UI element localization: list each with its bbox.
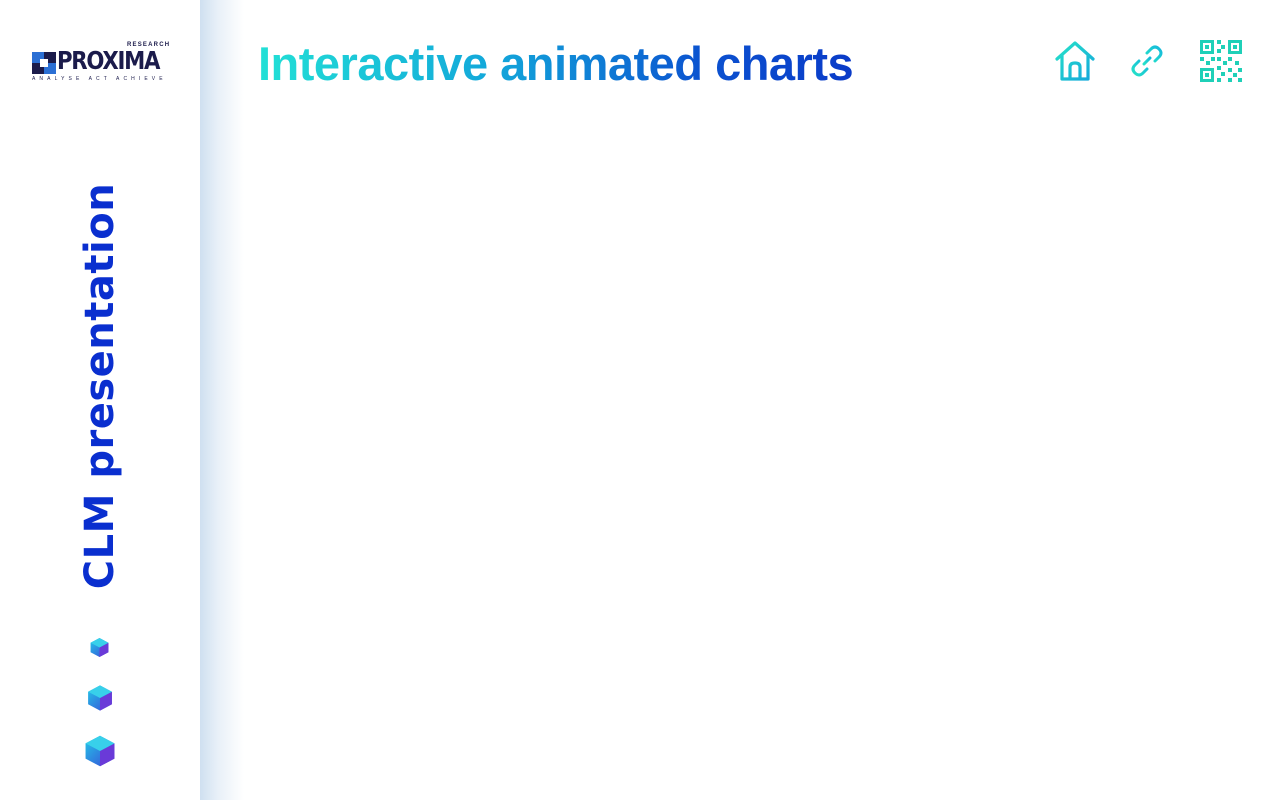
link-button[interactable]	[1124, 38, 1170, 84]
sidebar: RESEARCH PROXIMA ANALYSE ACT ACHIEVE CLM…	[0, 0, 200, 800]
home-icon	[1055, 41, 1095, 81]
page-title: Interactive animated charts	[258, 37, 854, 90]
qr-code-icon	[1200, 40, 1242, 82]
logo-mark-icon	[32, 52, 56, 74]
header-toolbar	[1052, 38, 1244, 84]
logo-tagline: ANALYSE ACT ACHIEVE	[32, 76, 167, 82]
proxima-logo[interactable]: RESEARCH PROXIMA ANALYSE ACT ACHIEVE	[32, 42, 170, 84]
qr-code-button[interactable]	[1198, 38, 1244, 84]
cube-medium-icon	[88, 685, 112, 711]
chart-area	[244, 120, 1244, 780]
home-button[interactable]	[1052, 38, 1098, 84]
sidebar-title: CLM presentation	[77, 182, 123, 590]
link-icon	[1131, 45, 1163, 77]
slide-page: RESEARCH PROXIMA ANALYSE ACT ACHIEVE CLM…	[0, 0, 1280, 800]
sidebar-shadow	[200, 0, 244, 800]
cube-large-icon	[85, 735, 115, 767]
cube-small-icon	[90, 638, 109, 657]
logo-wordmark: PROXIMA	[57, 46, 160, 75]
